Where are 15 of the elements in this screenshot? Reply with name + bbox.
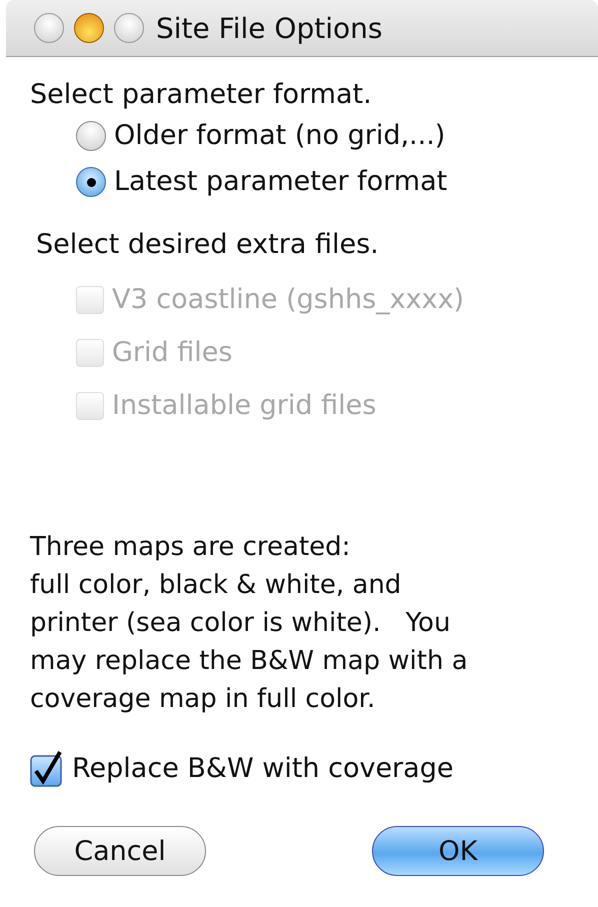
section-label: Select desired extra files. [35,228,380,262]
radio-icon[interactable] [76,121,106,151]
radio-icon[interactable] [76,167,106,197]
radio-option[interactable]: Latest parameter format [76,159,598,205]
checkbox-option[interactable]: Replace B&W with coverage [30,746,598,792]
info-paragraph: Three maps are created: full color, black & white, and printer (sea color is white). You may replace the B&W map with a coverage map in full color. [30,531,469,716]
minimize-icon[interactable] [74,13,104,43]
checkbox[interactable] [30,749,64,789]
window-title: Site File Options [156,12,382,44]
cancel-button[interactable]: Cancel [34,826,206,876]
section-label: Select parameter format. [30,78,373,112]
zoom-icon[interactable] [114,13,144,43]
close-icon[interactable] [34,13,64,43]
radio-option[interactable]: Older format (no grid,...) [76,113,598,159]
ok-button[interactable]: OK [372,826,544,876]
